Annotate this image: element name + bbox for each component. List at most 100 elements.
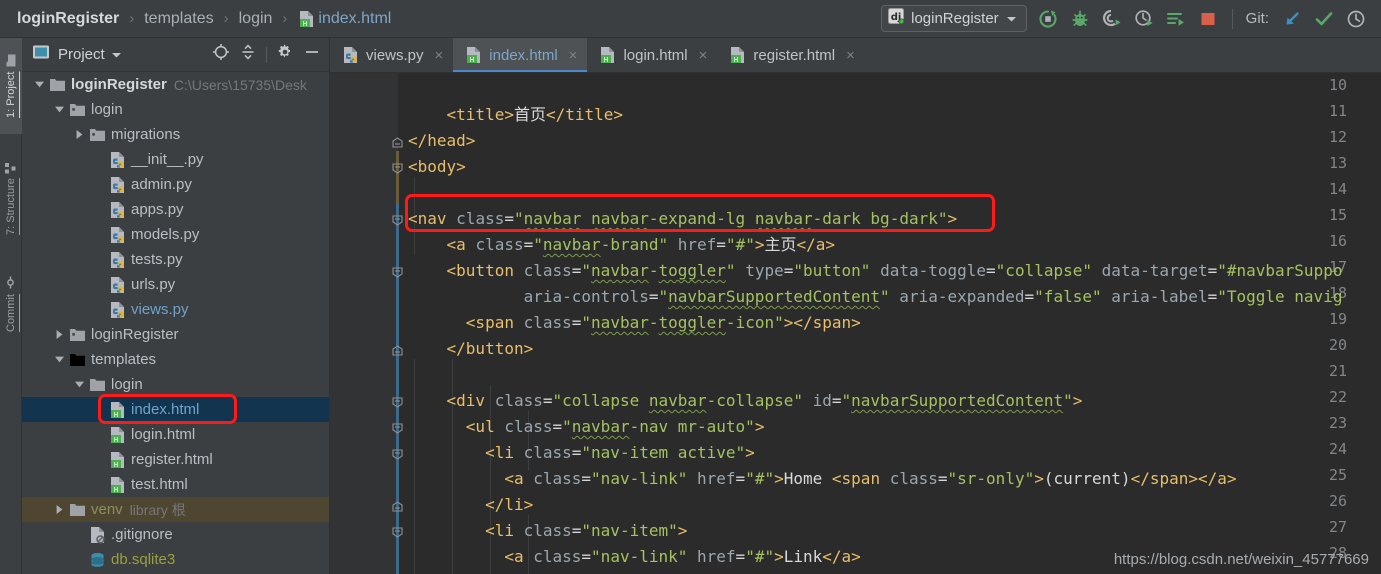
- code-line: <body>: [408, 154, 466, 180]
- tree-item--gitignore[interactable]: .gitignore: [22, 522, 329, 547]
- code-content[interactable]: <title>首页</title> </head> <body> <nav class…: [398, 73, 1381, 574]
- git-history-button[interactable]: [1345, 8, 1367, 30]
- code-token: ": [1063, 391, 1073, 410]
- editor-tab-login-html[interactable]: Hlogin.html ×: [587, 38, 717, 72]
- tree-item-login[interactable]: login: [22, 372, 329, 397]
- code-token: -icon": [725, 313, 784, 332]
- tree-item-db-sqlite3[interactable]: db.sqlite3: [22, 547, 329, 572]
- profile-button[interactable]: [1133, 8, 1155, 30]
- chevron-down-icon[interactable]: [52, 353, 66, 367]
- editor-tab-index-html[interactable]: Hindex.html ×: [453, 38, 588, 72]
- breadcrumb-item-login[interactable]: login: [236, 10, 276, 28]
- tree-item-login-html[interactable]: Hlogin.html: [22, 422, 329, 447]
- code-token: =: [1024, 287, 1035, 306]
- chevron-right-icon[interactable]: [52, 503, 66, 517]
- collapse-all-icon[interactable]: [239, 43, 257, 66]
- gear-icon[interactable]: [276, 43, 294, 66]
- tree-item-index-html[interactable]: Hindex.html: [22, 397, 329, 422]
- breadcrumb-item-templates[interactable]: templates: [141, 10, 216, 28]
- code-line: <a class="nav-link" href="#">Link</a>: [408, 544, 860, 570]
- tree-item-test-html[interactable]: Htest.html: [22, 472, 329, 497]
- code-editor[interactable]: 10 11 12 13 14 15 16 17 18 19 20 21 22 23 24 25 26 27 28 <…: [330, 73, 1381, 574]
- code-token: ": [581, 313, 592, 332]
- python-file-icon: [109, 201, 126, 219]
- panel-header-divider: [266, 46, 267, 63]
- editor-area: views.py × Hindex.html × Hlogin.html × Hregist…: [330, 38, 1381, 574]
- editor-tab-label: index.html: [489, 46, 558, 64]
- tree-item-loginregister[interactable]: loginRegister: [22, 322, 329, 347]
- gitignore-file-icon: [89, 526, 106, 544]
- tree-item-models-py[interactable]: models.py: [22, 222, 329, 247]
- templates-folder-icon: [69, 351, 86, 369]
- tree-item-venv[interactable]: venv library 根: [22, 497, 329, 522]
- close-icon[interactable]: ×: [435, 47, 444, 64]
- breadcrumb-item-file[interactable]: index.html: [315, 10, 394, 28]
- code-line: </li>: [408, 492, 533, 518]
- sidebar-tab-commit-label: Commit: [5, 294, 17, 332]
- close-icon[interactable]: ×: [569, 47, 578, 64]
- chevron-down-icon[interactable]: [32, 78, 46, 92]
- code-token: class: [523, 313, 572, 332]
- code-token: class: [494, 391, 543, 410]
- chevron-right-icon[interactable]: [72, 128, 86, 142]
- tree-item-label: .gitignore: [111, 526, 173, 543]
- code-token: "nav-link": [591, 469, 688, 488]
- sidebar-tab-structure-label: 7: Structure: [5, 178, 17, 236]
- code-token: =: [735, 547, 746, 566]
- tree-item-urls-py[interactable]: urls.py: [22, 272, 329, 297]
- tree-item-label: templates: [91, 351, 157, 368]
- tree-item-login[interactable]: login: [22, 97, 329, 122]
- breadcrumb-item-root[interactable]: loginRegister: [14, 10, 122, 28]
- hide-panel-icon[interactable]: [303, 43, 321, 66]
- run-configuration-selector[interactable]: dj loginRegister: [881, 5, 1027, 32]
- tree-item-tests-py[interactable]: tests.py: [22, 247, 329, 272]
- sidebar-tab-project[interactable]: 1: Project: [0, 38, 22, 134]
- code-token: class: [475, 235, 524, 254]
- svg-text:H: H: [114, 411, 118, 419]
- stop-button[interactable]: [1197, 8, 1219, 30]
- chevron-down-icon[interactable]: [72, 378, 86, 392]
- tree-item-admin-py[interactable]: admin.py: [22, 172, 329, 197]
- debug-button[interactable]: [1069, 8, 1091, 30]
- code-token: "#": [745, 547, 775, 566]
- tree-item-apps-py[interactable]: apps.py: [22, 197, 329, 222]
- commit-icon: [5, 276, 18, 289]
- code-token: -expand-lg: [648, 209, 755, 228]
- tree-item--init-py[interactable]: __init__.py: [22, 147, 329, 172]
- svg-text:H: H: [470, 56, 474, 64]
- code-token: =: [1207, 287, 1218, 306]
- tree-item-templates[interactable]: templates: [22, 347, 329, 372]
- chevron-down-icon[interactable]: [52, 103, 66, 117]
- editor-tab-views-py[interactable]: views.py ×: [330, 38, 453, 72]
- code-token: aria-expanded: [889, 287, 1025, 306]
- run-button[interactable]: [1037, 8, 1059, 30]
- editor-tab-bar[interactable]: views.py × Hindex.html × Hlogin.html × Hregist…: [330, 38, 1381, 73]
- git-update-button[interactable]: [1281, 8, 1303, 30]
- breadcrumb-separator: ›: [282, 10, 288, 27]
- tree-item-label: admin.py: [131, 176, 192, 193]
- tree-item-loginregister[interactable]: loginRegister C:\Users\15735\Desk: [22, 72, 329, 97]
- sidebar-tab-structure[interactable]: 7: Structure: [0, 146, 22, 250]
- tree-item-migrations[interactable]: migrations: [22, 122, 329, 147]
- chevron-right-icon[interactable]: [52, 328, 66, 342]
- code-token: navbarSupportedContent: [851, 391, 1064, 410]
- run-coverage-button[interactable]: [1101, 8, 1123, 30]
- tree-item-register-html[interactable]: Hregister.html: [22, 447, 329, 472]
- sidebar-tab-commit[interactable]: Commit: [0, 262, 22, 346]
- html-file-icon: H: [109, 401, 126, 419]
- code-token: id: [802, 391, 832, 410]
- git-commit-button[interactable]: [1313, 8, 1335, 30]
- chevron-down-icon[interactable]: [111, 46, 122, 64]
- tree-item-views-py[interactable]: views.py: [22, 297, 329, 322]
- code-token: <a: [408, 235, 476, 254]
- run-tools-button[interactable]: [1165, 8, 1187, 30]
- ide-window: loginRegister › templates › login › H in…: [0, 0, 1381, 574]
- project-tree[interactable]: loginRegister C:\Users\15735\Desk login mig…: [22, 72, 329, 574]
- python-file-icon: [109, 251, 126, 269]
- locate-file-icon[interactable]: [212, 43, 230, 66]
- editor-tab-register-html[interactable]: Hregister.html ×: [717, 38, 864, 72]
- close-icon[interactable]: ×: [846, 47, 855, 64]
- close-icon[interactable]: ×: [699, 47, 708, 64]
- code-token: aria-controls: [408, 287, 649, 306]
